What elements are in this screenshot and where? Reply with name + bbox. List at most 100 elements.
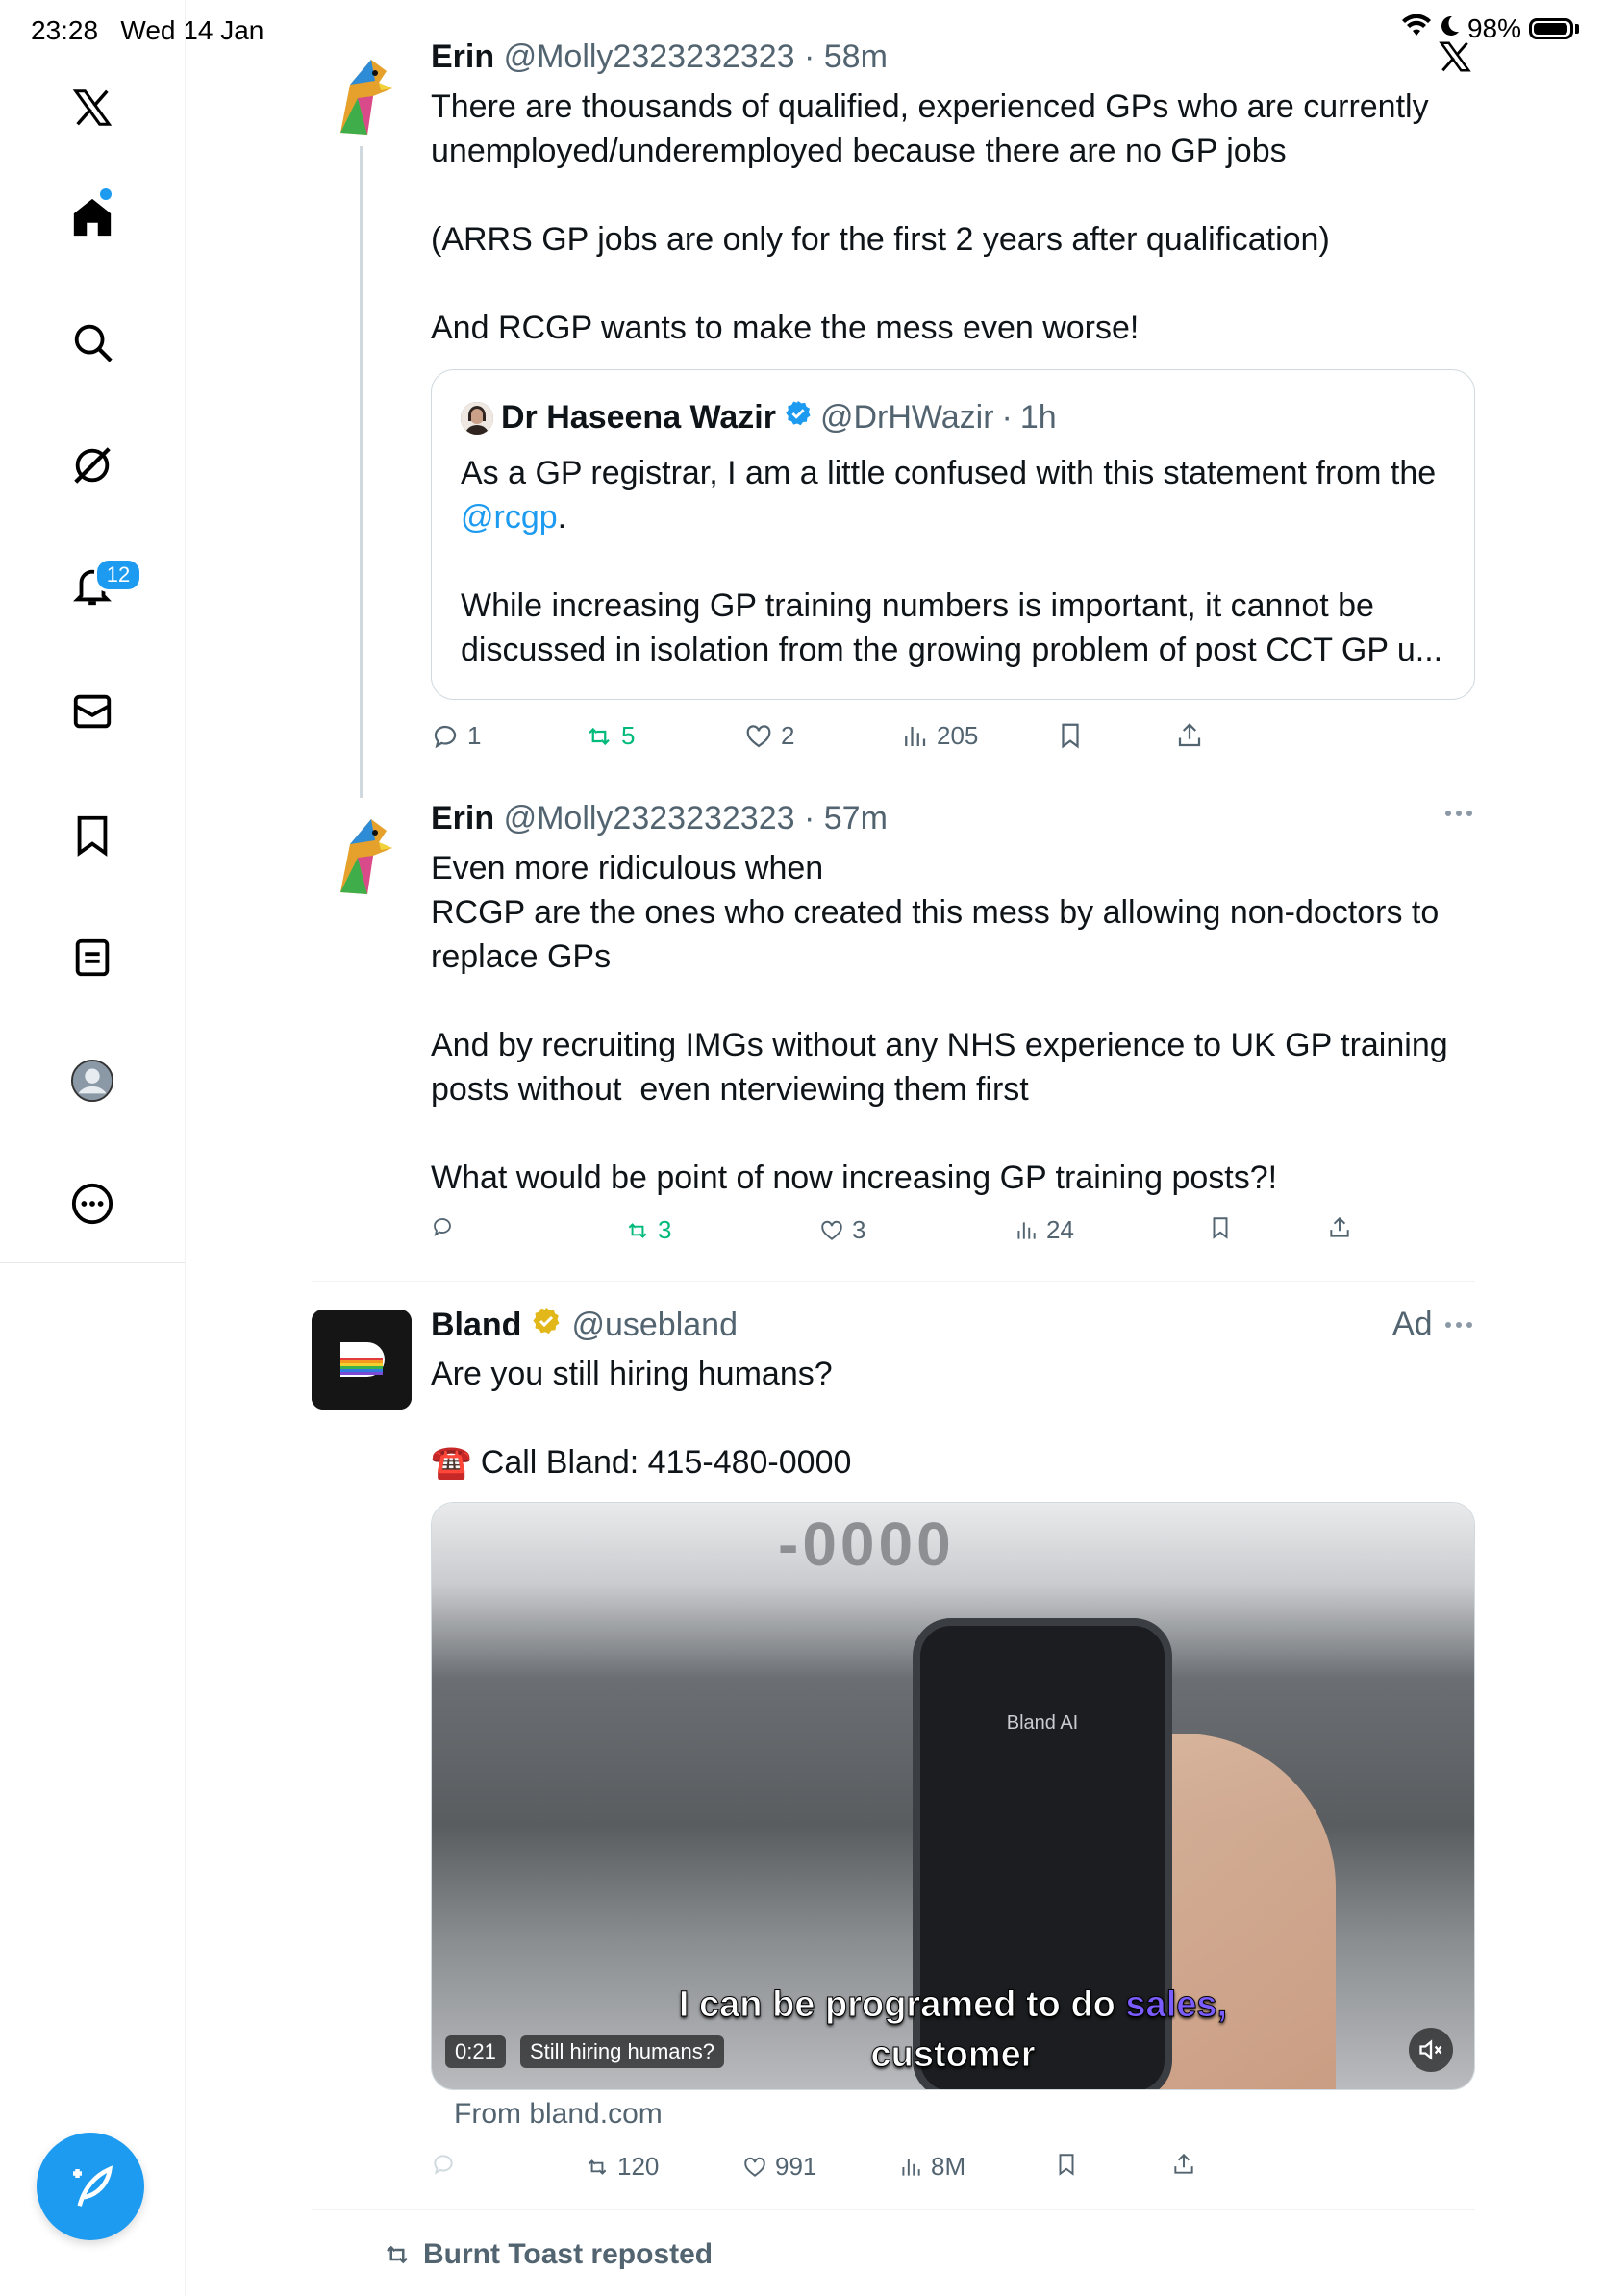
x-logo-top-icon[interactable]: [1437, 38, 1473, 80]
tweet-time[interactable]: 58m: [824, 38, 888, 75]
views-icon: [905, 726, 926, 746]
bookmark-icon: [1059, 2154, 1074, 2176]
phone-caller-label: Bland AI: [1006, 1712, 1079, 1734]
repost-count: 3: [658, 1215, 672, 1244]
quoted-text-part: As a GP registrar, I am a little confuse…: [461, 455, 1445, 491]
tweet-header: Bland @usebland: [431, 1306, 738, 1345]
tweet-text-line2: ☎️ Call Bland: 415-480-0000: [431, 1444, 852, 1481]
bookmark-button[interactable]: [1056, 721, 1085, 750]
author-handle[interactable]: @usebland: [571, 1307, 738, 1344]
reply-icon: [434, 2155, 453, 2175]
heart-icon: [821, 1220, 842, 1240]
wifi-icon: [1401, 13, 1431, 44]
video-background-sign: -0000: [778, 1510, 955, 1579]
like-button[interactable]: 2: [744, 721, 794, 751]
repost-count: 120: [617, 2152, 660, 2181]
mail-icon[interactable]: [67, 686, 117, 736]
lists-icon[interactable]: [67, 933, 117, 983]
separator-dot: ·: [794, 38, 824, 75]
bookmark-button[interactable]: [1054, 2152, 1079, 2177]
repost-button[interactable]: 3: [625, 1215, 671, 1245]
more-icon[interactable]: [67, 1179, 117, 1229]
avatar-erin[interactable]: [312, 46, 412, 146]
more-options-icon[interactable]: [1442, 1315, 1475, 1339]
ad-label: Ad: [1392, 1306, 1433, 1342]
video-title: Still hiring humans?: [520, 2035, 724, 2068]
reply-button[interactable]: [431, 1215, 462, 1238]
bookmark-icon[interactable]: [67, 810, 117, 860]
tweet-divider: [312, 1281, 1475, 1282]
grok-icon[interactable]: [67, 440, 117, 490]
share-button[interactable]: [1327, 1215, 1352, 1240]
compose-button[interactable]: [37, 2133, 144, 2240]
more-options-icon[interactable]: [1442, 804, 1475, 828]
avatar-erin[interactable]: [312, 806, 412, 906]
view-count: 24: [1046, 1215, 1074, 1244]
repost-icon: [628, 1222, 647, 1238]
repost-button[interactable]: 5: [585, 721, 635, 751]
avatar-bland[interactable]: [312, 1310, 412, 1410]
quoted-tweet-header: Dr Haseena Wazir @DrHWazir · 1h: [461, 399, 1057, 437]
heart-icon: [746, 724, 771, 747]
author-handle[interactable]: @Molly2323232323: [504, 38, 795, 75]
quoted-time: 1h: [1019, 399, 1057, 436]
repost-count: 5: [621, 721, 636, 750]
share-button[interactable]: [1175, 721, 1204, 750]
profile-avatar-icon[interactable]: [67, 1056, 117, 1106]
views-button[interactable]: 24: [1014, 1215, 1074, 1245]
quoted-handle: @DrHWazir: [819, 399, 994, 436]
search-icon[interactable]: [67, 317, 117, 367]
like-count: 2: [781, 721, 795, 750]
views-button[interactable]: 8M: [898, 2152, 965, 2182]
reply-icon: [434, 725, 457, 748]
bookmark-button[interactable]: [1208, 1215, 1233, 1240]
battery-cap: [1575, 24, 1579, 34]
video-caption-text: I can be programed to do: [678, 1984, 1126, 2026]
heart-icon: [744, 2157, 765, 2177]
tweet-text-line1: Are you still hiring humans?: [431, 1356, 833, 1392]
thread-line: [360, 144, 363, 798]
like-button[interactable]: 991: [742, 2152, 816, 2182]
quoted-text: As a GP registrar, I am a little confuse…: [461, 451, 1451, 672]
repost-icon: [588, 2159, 607, 2175]
reply-icon: [434, 1218, 451, 1236]
author-name[interactable]: Bland: [431, 1307, 521, 1344]
tweet-header: Erin @Molly2323232323 · 58m: [431, 38, 888, 76]
tweet-text: Even more ridiculous when RCGP are the o…: [431, 850, 1448, 1196]
tweet-header: Erin @Molly2323232323 · 57m: [431, 800, 888, 837]
bland-logo-icon: [312, 1310, 412, 1410]
tweet-divider: [312, 2209, 1475, 2210]
quoted-tweet[interactable]: Dr Haseena Wazir @DrHWazir · 1h As a GP re…: [431, 369, 1475, 700]
mention-link[interactable]: @rcgp: [461, 499, 558, 536]
view-count: 8M: [931, 2152, 966, 2181]
status-icons: 98%: [1401, 13, 1579, 44]
mute-button[interactable]: [1409, 2028, 1453, 2072]
tweet-time[interactable]: 57m: [824, 800, 888, 836]
home-unread-dot: [100, 188, 112, 200]
battery-level: [1534, 23, 1568, 35]
views-button[interactable]: 205: [900, 721, 978, 751]
author-handle[interactable]: @Molly2323232323: [504, 800, 795, 836]
x-logo-icon[interactable]: [67, 83, 117, 133]
verified-badge-icon: [784, 399, 813, 437]
sidebar: 12: [0, 0, 186, 2296]
repost-banner[interactable]: Burnt Toast reposted: [381, 2238, 713, 2271]
author-name[interactable]: Erin: [431, 800, 494, 836]
repost-icon: [387, 2245, 408, 2264]
battery-icon: [1529, 18, 1573, 39]
share-button[interactable]: [1171, 2152, 1196, 2177]
video-player[interactable]: -0000 Bland AI I can be programed to do …: [431, 1502, 1475, 2090]
reply-button[interactable]: 1: [431, 721, 481, 751]
reply-button[interactable]: [431, 2152, 464, 2177]
home-icon[interactable]: [67, 192, 117, 242]
repost-banner-text: Burnt Toast reposted: [423, 2238, 714, 2270]
battery-percent: 98%: [1466, 13, 1521, 43]
author-name[interactable]: Erin: [431, 38, 494, 75]
video-caption-highlight: sales,: [1125, 1984, 1228, 2026]
like-count: 991: [775, 2152, 817, 2181]
views-icon: [902, 2158, 920, 2176]
repost-button[interactable]: 120: [585, 2152, 659, 2182]
ad-source-link[interactable]: From bland.com: [454, 2098, 663, 2131]
notification-badge: 12: [94, 558, 142, 592]
like-button[interactable]: 3: [819, 1215, 865, 1245]
